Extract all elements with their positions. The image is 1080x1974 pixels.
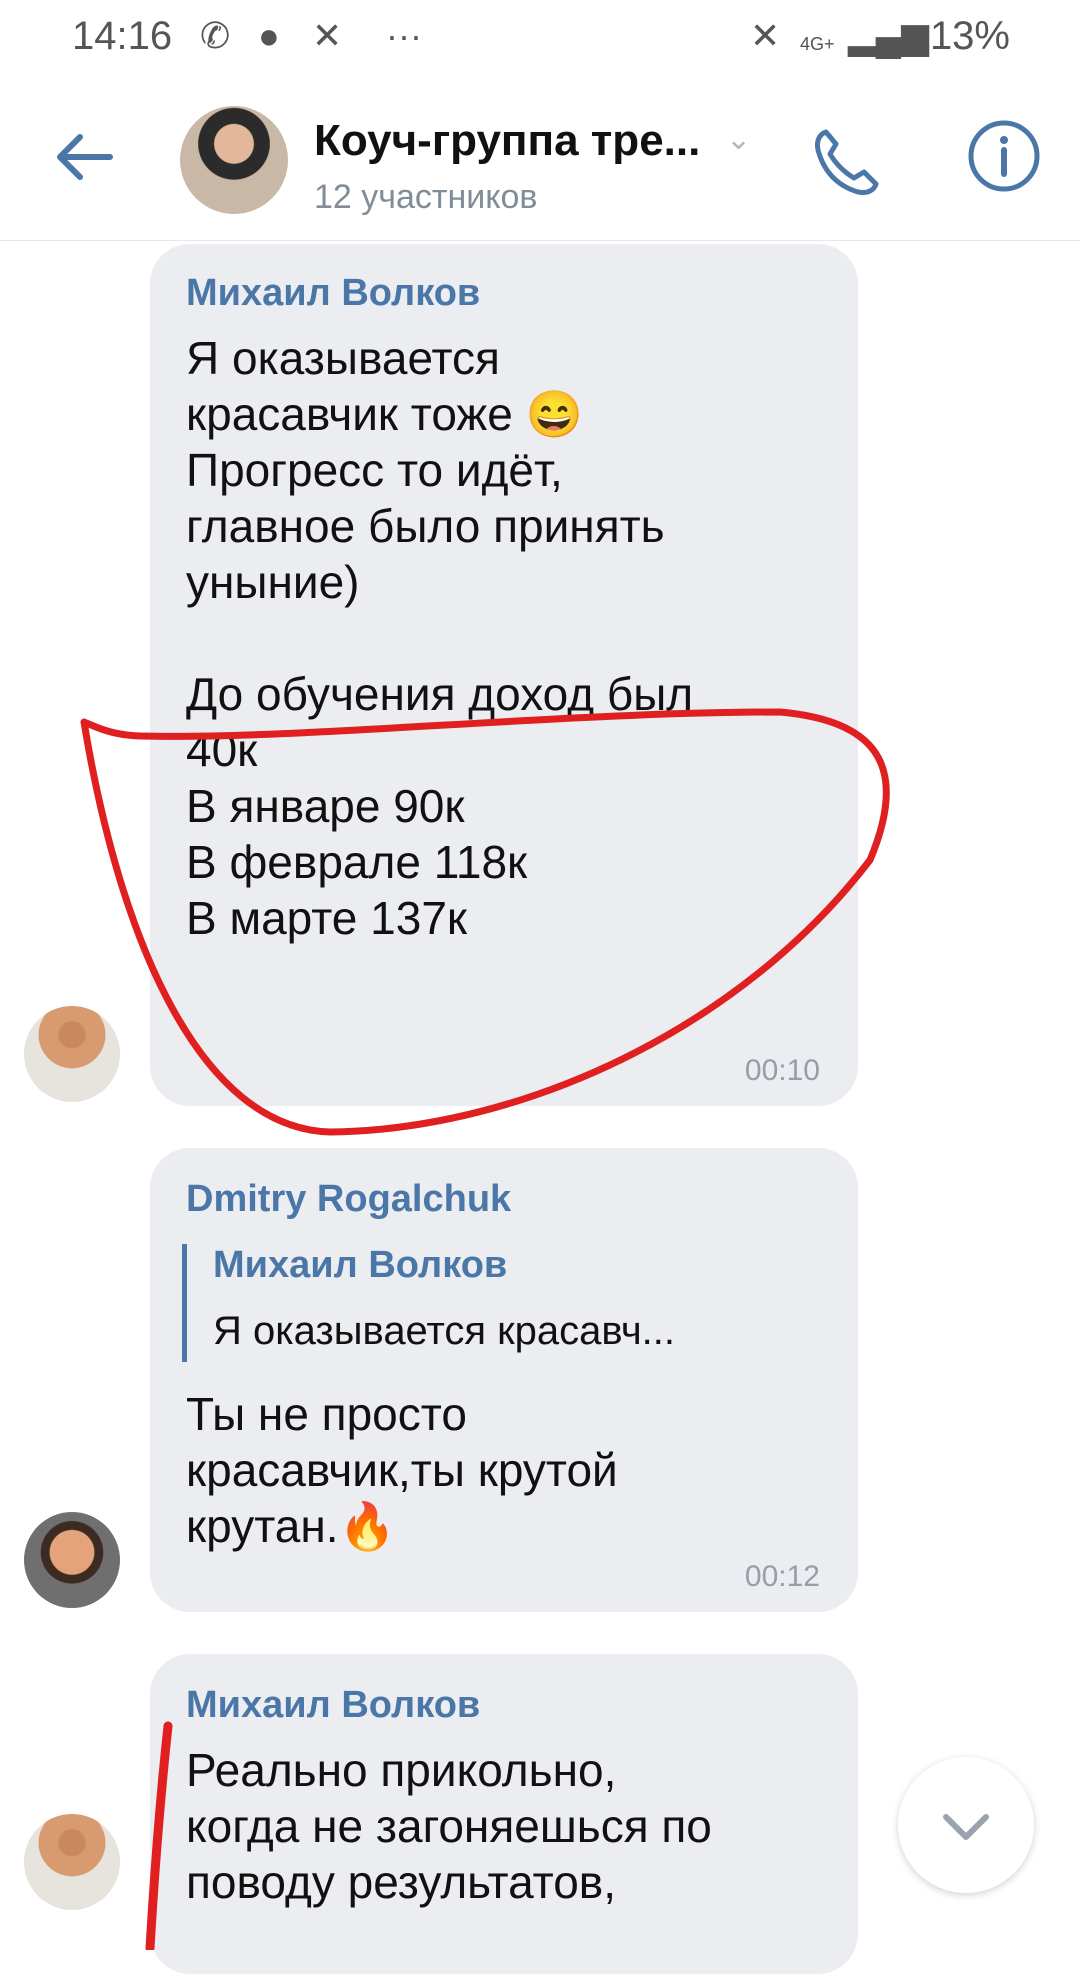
red-annotation-marks (80, 708, 890, 1950)
scroll-down-button[interactable] (898, 1757, 1034, 1893)
chevron-down-icon (943, 1814, 989, 1840)
